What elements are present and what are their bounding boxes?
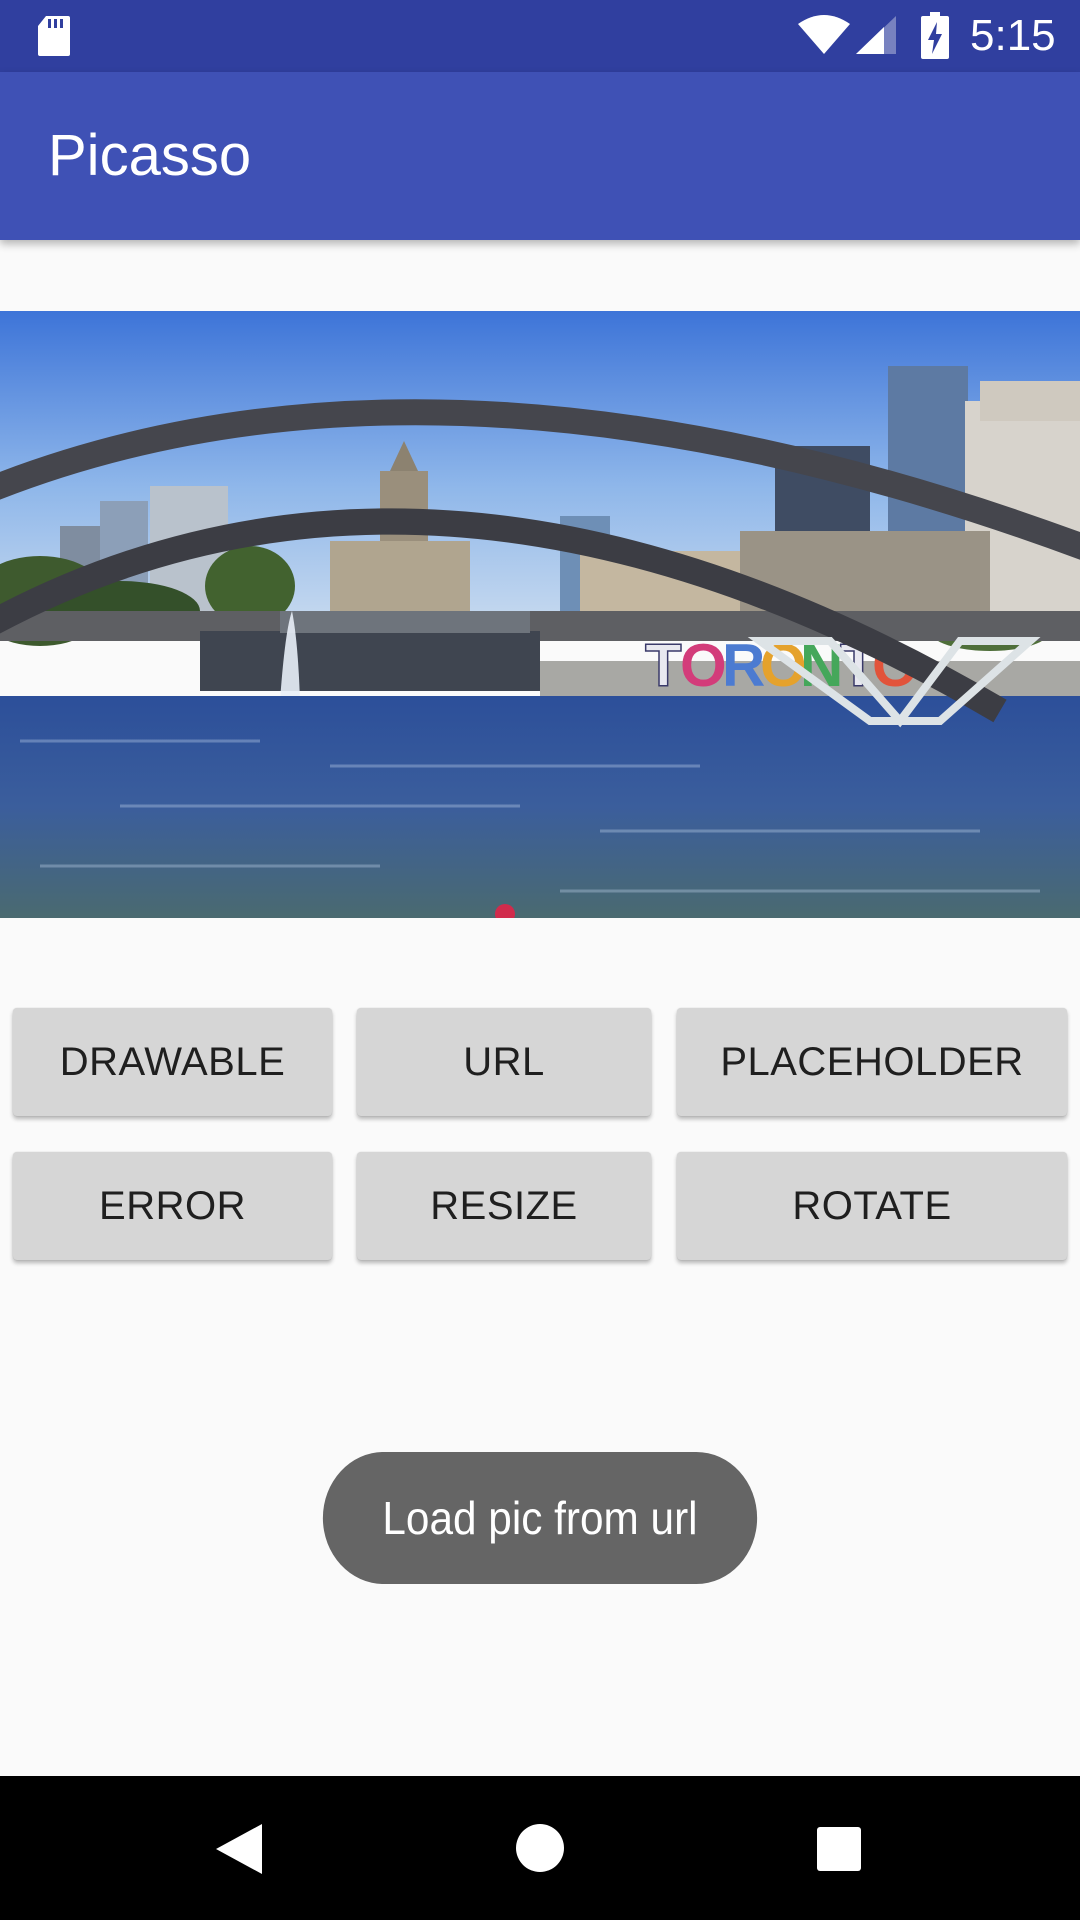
battery-charging-icon [921, 12, 949, 59]
svg-text:O: O [680, 632, 727, 699]
resize-button[interactable]: RESIZE [357, 1152, 651, 1260]
cell-signal-icon [856, 16, 896, 54]
recents-icon[interactable] [816, 1826, 862, 1872]
app-title: Picasso [48, 123, 252, 188]
toronto-photo: T O R O N T O [0, 311, 1080, 918]
home-icon[interactable] [514, 1822, 566, 1874]
toast-message: Load pic from url [322, 1452, 758, 1584]
wifi-icon [798, 15, 850, 54]
svg-text:T: T [645, 632, 682, 699]
placeholder-button[interactable]: PLACEHOLDER [677, 1008, 1067, 1116]
back-icon[interactable] [214, 1822, 264, 1876]
navigation-bar [0, 1776, 1080, 1920]
url-button[interactable]: URL [357, 1008, 651, 1116]
rotate-button[interactable]: ROTATE [677, 1152, 1067, 1260]
status-bar: 5:15 [0, 0, 1080, 72]
drawable-button[interactable]: DRAWABLE [13, 1008, 332, 1116]
screen: 5:15 Picasso T O R O N T O DRAWABLE URL … [0, 0, 1080, 1920]
sd-card-icon [38, 16, 70, 56]
app-bar: Picasso [0, 72, 1080, 240]
status-time: 5:15 [970, 11, 1056, 60]
error-button[interactable]: ERROR [13, 1152, 332, 1260]
